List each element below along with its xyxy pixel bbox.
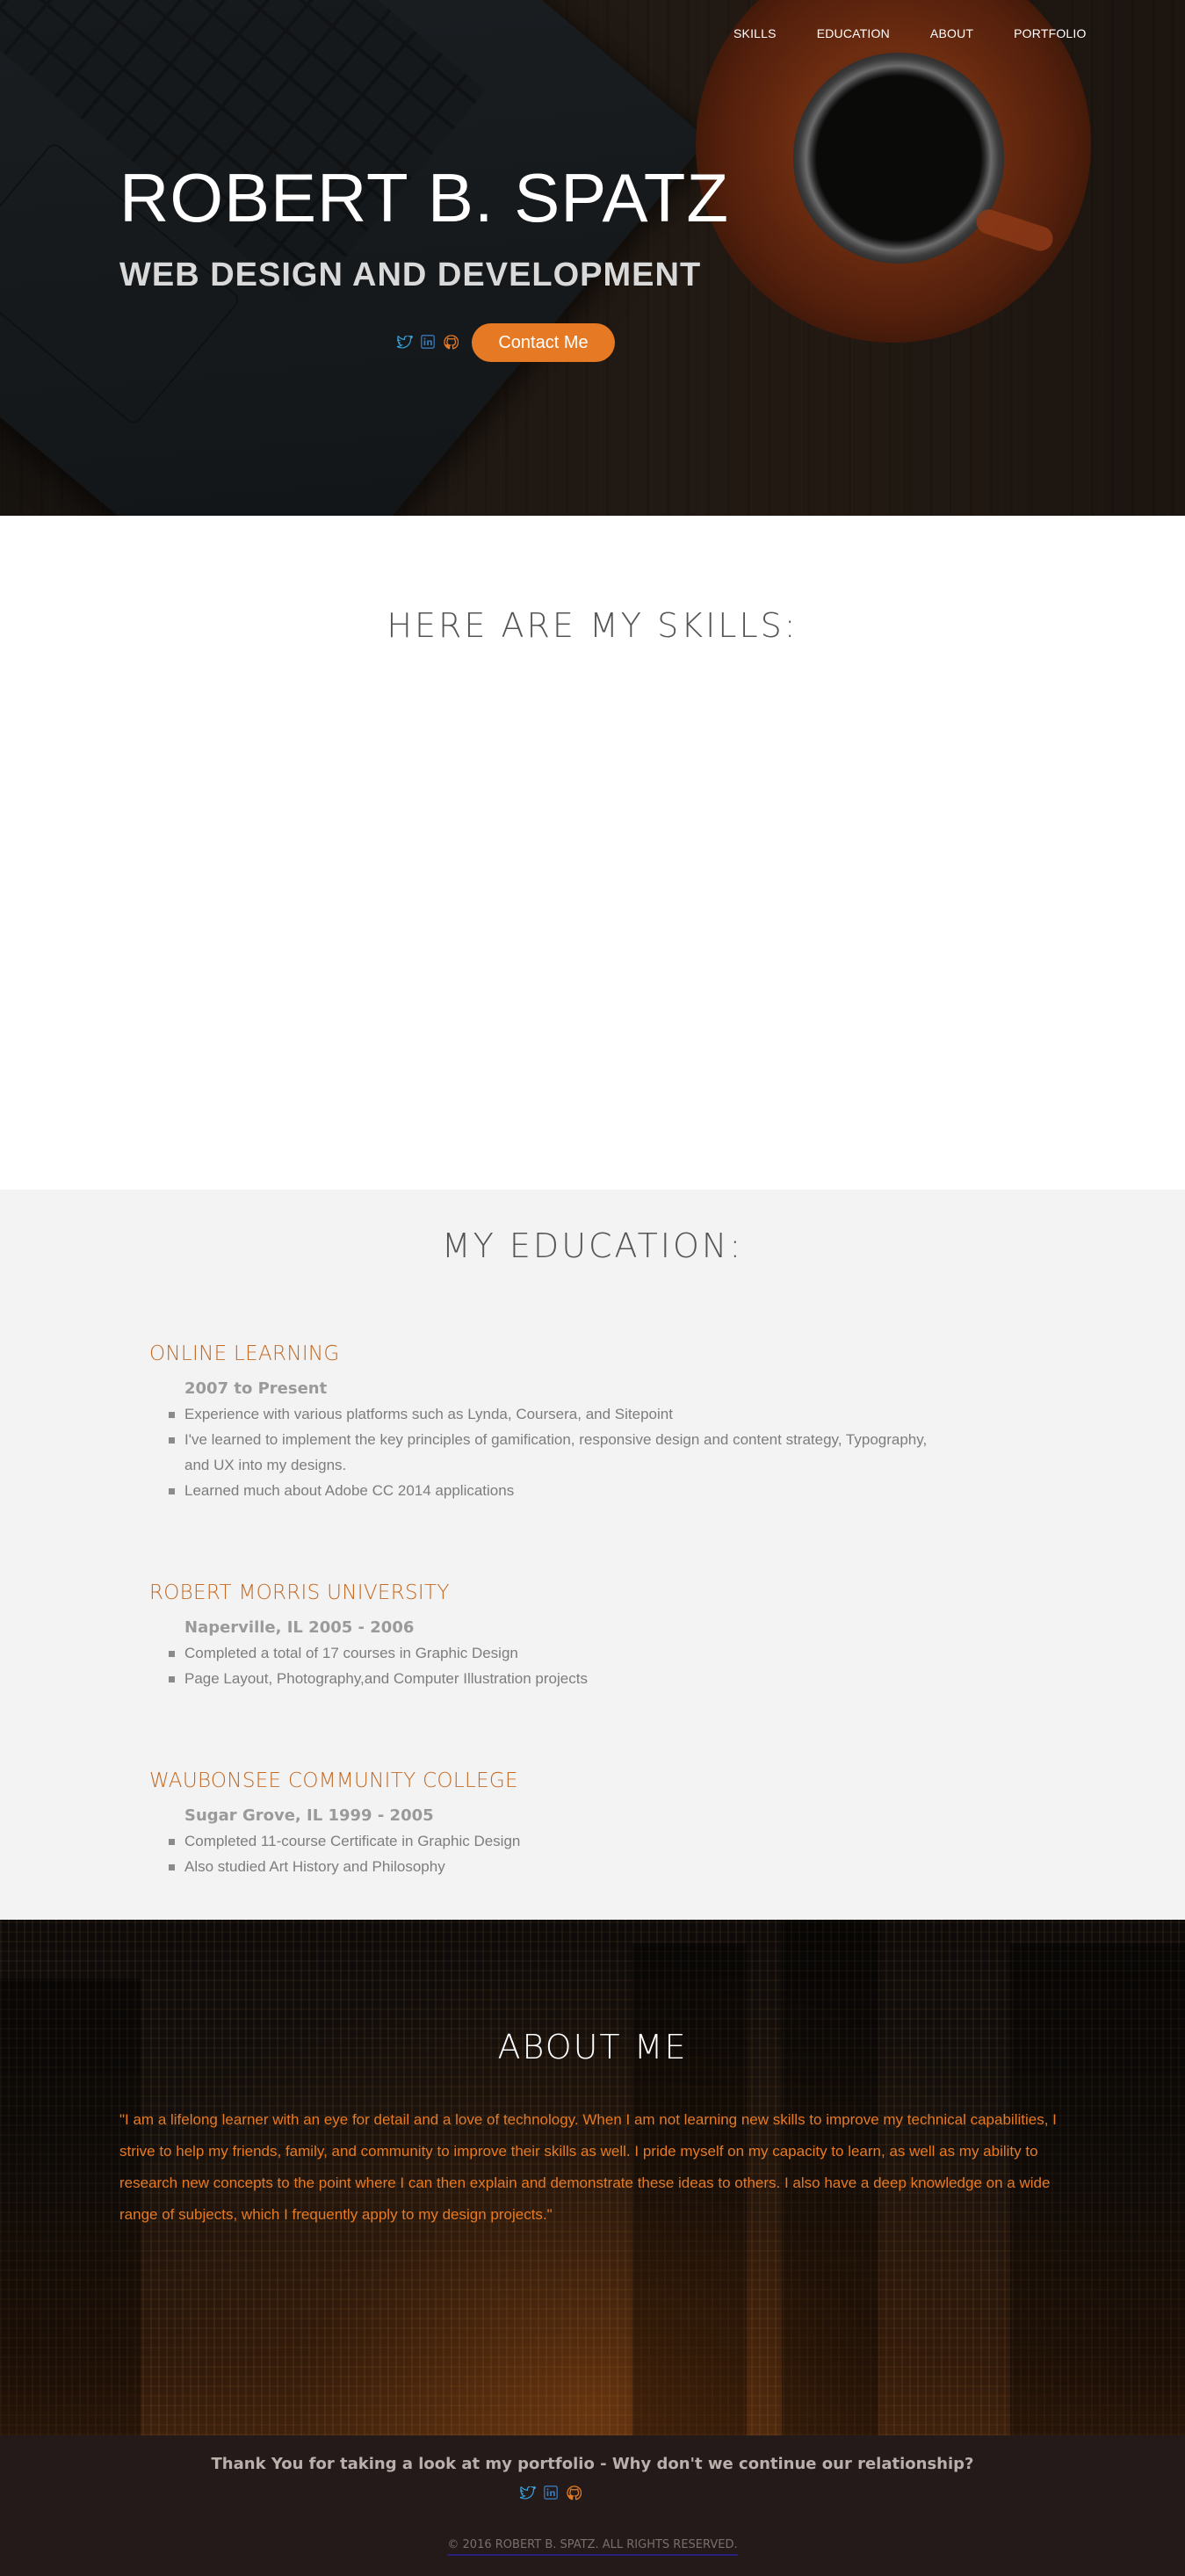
education-entry-name: ROBERT MORRIS UNIVERSITY: [149, 1581, 450, 1604]
skills-section: HERE ARE MY SKILLS:: [0, 516, 1185, 1190]
linkedin-icon[interactable]: [543, 2485, 559, 2500]
footer-message: Thank You for taking a look at my portfo…: [211, 2455, 974, 2473]
twitter-icon[interactable]: [520, 2485, 536, 2500]
about-text: "I am a lifelong learner with an eye for…: [119, 2111, 1057, 2223]
education-entry-date: 2007 to Present: [184, 1379, 328, 1398]
education-entry-date: Naperville, IL 2005 - 2006: [184, 1618, 415, 1637]
skills-title: HERE ARE MY SKILLS:: [387, 606, 798, 645]
hero-social-links: [397, 334, 459, 350]
list-item: Also studied Art History and Philosophy: [169, 1854, 940, 1879]
nav-item-skills[interactable]: SKILLS: [733, 26, 777, 40]
nav-item-education[interactable]: EDUCATION: [817, 26, 890, 40]
main-nav: SKILLS EDUCATION ABOUT PORTFOLIO: [733, 26, 1127, 40]
list-item: I've learned to implement the key princi…: [169, 1427, 940, 1478]
education-entry: ROBERT MORRIS UNIVERSITY Naperville, IL …: [149, 1581, 940, 1691]
about-title: ABOUT ME: [497, 2028, 688, 2066]
list-item: Experience with various platforms such a…: [169, 1401, 940, 1427]
linkedin-icon[interactable]: [420, 334, 436, 350]
copyright-text: © 2016 ROBERT B. SPATZ. ALL RIGHTS RESER…: [0, 2538, 1185, 2556]
copyright-label: © 2016 ROBERT B. SPATZ. ALL RIGHTS RESER…: [447, 2538, 738, 2556]
hero-subtitle: WEB DESIGN AND DEVELOPMENT: [119, 257, 702, 293]
footer: Thank You for taking a look at my portfo…: [0, 2435, 1185, 2576]
contact-me-button[interactable]: Contact Me: [472, 323, 615, 362]
education-entry: ONLINE LEARNING 2007 to Present Experien…: [149, 1342, 940, 1503]
list-item: Page Layout, Photography,and Computer Il…: [169, 1666, 940, 1691]
nav-item-portfolio[interactable]: PORTFOLIO: [1014, 26, 1086, 40]
github-icon[interactable]: [443, 334, 459, 350]
footer-social-links: [520, 2485, 582, 2500]
education-entry-name: ONLINE LEARNING: [149, 1342, 340, 1365]
hero-name: ROBERT B. SPATZ: [119, 159, 730, 236]
github-icon[interactable]: [566, 2485, 582, 2500]
list-item: Completed 11-course Certificate in Graph…: [169, 1828, 940, 1854]
education-entry-name: WAUBONSEE COMMUNITY COLLEGE: [149, 1769, 518, 1792]
about-section: ABOUT ME "I am a lifelong learner with a…: [0, 1920, 1185, 2435]
education-entry: WAUBONSEE COMMUNITY COLLEGE Sugar Grove,…: [149, 1769, 940, 1879]
nav-item-about[interactable]: ABOUT: [930, 26, 973, 40]
list-item: Completed a total of 17 courses in Graph…: [169, 1640, 940, 1666]
education-entry-list: Completed 11-course Certificate in Graph…: [169, 1828, 940, 1879]
education-entry-date: Sugar Grove, IL 1999 - 2005: [184, 1806, 434, 1825]
education-entry-list: Completed a total of 17 courses in Graph…: [169, 1640, 940, 1691]
hero-section: SKILLS EDUCATION ABOUT PORTFOLIO ROBERT …: [0, 0, 1185, 516]
education-entry-list: Experience with various platforms such a…: [169, 1401, 940, 1503]
list-item: Learned much about Adobe CC 2014 applica…: [169, 1478, 940, 1503]
education-title: MY EDUCATION:: [441, 1226, 744, 1265]
twitter-icon[interactable]: [397, 334, 413, 350]
education-section: MY EDUCATION: ONLINE LEARNING 2007 to Pr…: [0, 1190, 1185, 1920]
